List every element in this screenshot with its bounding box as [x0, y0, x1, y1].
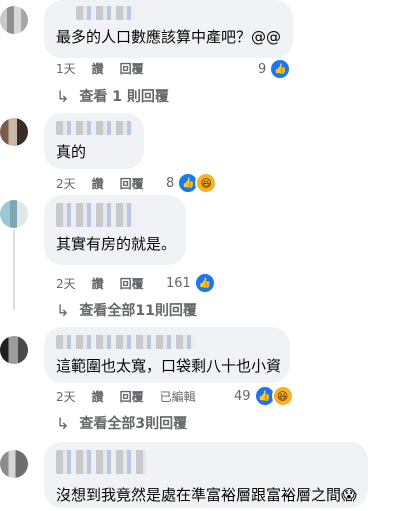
avatar[interactable]	[0, 6, 28, 34]
comment-text: 這範圍也太寬，口袋剩八十也小資	[56, 357, 282, 375]
reply-arrow-icon: ↳	[56, 413, 70, 433]
reaction-summary[interactable]: 9 👍	[258, 58, 292, 80]
reaction-count: 8	[166, 175, 175, 191]
comment-bubble: 其實有房的就是。	[44, 195, 186, 265]
comment-text: 最多的人口數應該算中產吧？@@	[56, 28, 282, 46]
reply-button[interactable]: 回覆	[120, 388, 144, 405]
comment-time[interactable]: 2天	[56, 388, 76, 405]
commenter-name[interactable]	[56, 203, 136, 227]
reaction-count: 161	[166, 275, 191, 291]
comment-actions: 2天 讚 回覆	[56, 175, 160, 192]
haha-icon: 😆	[195, 172, 218, 194]
view-replies-link[interactable]: ↳ 查看 1 則回覆	[56, 86, 169, 106]
thread-line	[13, 230, 15, 310]
comment-text: 真的	[56, 143, 87, 161]
reaction-count: 9	[258, 61, 267, 77]
commenter-name[interactable]	[76, 6, 136, 20]
reaction-count: 49	[234, 388, 251, 404]
avatar[interactable]	[0, 450, 28, 478]
comment-bubble: 沒想到我竟然是處在準富裕層跟富裕層之間😱	[44, 442, 368, 508]
comment-actions: 1天 讚 回覆	[56, 60, 160, 77]
comment-actions: 2天 讚 回覆	[56, 275, 160, 292]
avatar[interactable]	[0, 118, 28, 146]
comment-bubble: 最多的人口數應該算中產吧？@@	[44, 0, 293, 58]
reaction-summary[interactable]: 161 👍	[166, 272, 216, 294]
reaction-summary[interactable]: 8 👍 😆	[166, 172, 218, 194]
comment-time[interactable]: 1天	[56, 60, 76, 77]
avatar[interactable]	[0, 200, 28, 228]
comment-text: 沒想到我竟然是處在準富裕層跟富裕層之間😱	[56, 486, 357, 504]
view-replies-label: 查看全部11則回覆	[79, 303, 197, 319]
comment-actions: 2天 讚 回覆 已編輯	[56, 388, 212, 405]
like-icon: 👍	[269, 58, 292, 80]
reply-button[interactable]: 回覆	[120, 60, 144, 77]
commenter-name[interactable]	[56, 121, 132, 135]
like-icon: 👍	[193, 272, 216, 294]
like-button[interactable]: 讚	[92, 275, 104, 292]
comment-time[interactable]: 2天	[56, 175, 76, 192]
view-replies-label: 查看 1 則回覆	[79, 89, 169, 105]
reply-arrow-icon: ↳	[56, 86, 70, 106]
like-button[interactable]: 讚	[92, 60, 104, 77]
comment-text: 其實有房的就是。	[56, 235, 177, 253]
comment-time[interactable]: 2天	[56, 275, 76, 292]
commenter-name[interactable]	[56, 335, 196, 349]
comment-bubble: 這範圍也太寬，口袋剩八十也小資	[44, 327, 290, 383]
avatar[interactable]	[0, 336, 28, 364]
reply-arrow-icon: ↳	[56, 300, 70, 320]
haha-icon: 😆	[271, 385, 294, 407]
reply-button[interactable]: 回覆	[120, 175, 144, 192]
view-replies-label: 查看全部3則回覆	[79, 416, 188, 432]
reaction-summary[interactable]: 49 👍 😆	[234, 385, 294, 407]
view-replies-link[interactable]: ↳ 查看全部3則回覆	[56, 413, 187, 433]
comment-bubble: 真的	[44, 113, 144, 169]
reply-button[interactable]: 回覆	[120, 275, 144, 292]
view-replies-link[interactable]: ↳ 查看全部11則回覆	[56, 300, 197, 320]
like-button[interactable]: 讚	[92, 388, 104, 405]
edited-label[interactable]: 已編輯	[160, 388, 196, 405]
like-button[interactable]: 讚	[92, 175, 104, 192]
commenter-name[interactable]	[56, 450, 146, 474]
